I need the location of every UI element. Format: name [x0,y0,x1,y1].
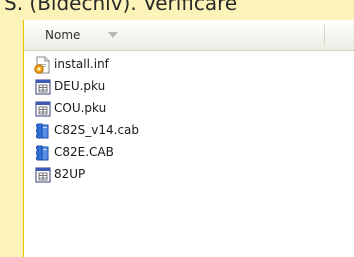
file-name: C82E.CAB [54,145,114,159]
generic-file-icon [35,101,51,117]
file-list-panel: Nome install.inf DEU.pku COU.pku C82S_v1… [24,20,354,257]
list-item[interactable]: COU.pku [24,99,354,119]
list-item[interactable]: C82E.CAB [24,143,354,163]
list-item[interactable]: DEU.pku [24,77,354,97]
list-item[interactable]: 82UP [24,165,354,185]
left-highlight-strip [0,20,23,257]
generic-file-icon [35,167,51,183]
file-name: C82S_v14.cab [54,123,140,137]
cabinet-archive-icon [36,145,49,161]
file-name: COU.pku [54,101,107,115]
top-highlight-strip: S. (Bidechiv). Verificare [0,0,354,20]
name-column-label: Nome [45,28,81,42]
column-divider[interactable] [324,25,325,45]
generic-file-icon [35,79,51,95]
sort-chevron-down-icon[interactable] [107,30,119,40]
file-name: 82UP [54,167,86,181]
file-name: DEU.pku [54,79,106,93]
setup-info-file-icon [34,56,50,74]
truncated-banner-text: S. (Bidechiv). Verificare [4,0,238,15]
list-item[interactable]: install.inf [24,55,354,75]
name-column-header[interactable]: Nome [24,20,354,51]
file-name: install.inf [54,57,109,71]
cabinet-archive-icon [36,123,49,139]
list-item[interactable]: C82S_v14.cab [24,121,354,141]
